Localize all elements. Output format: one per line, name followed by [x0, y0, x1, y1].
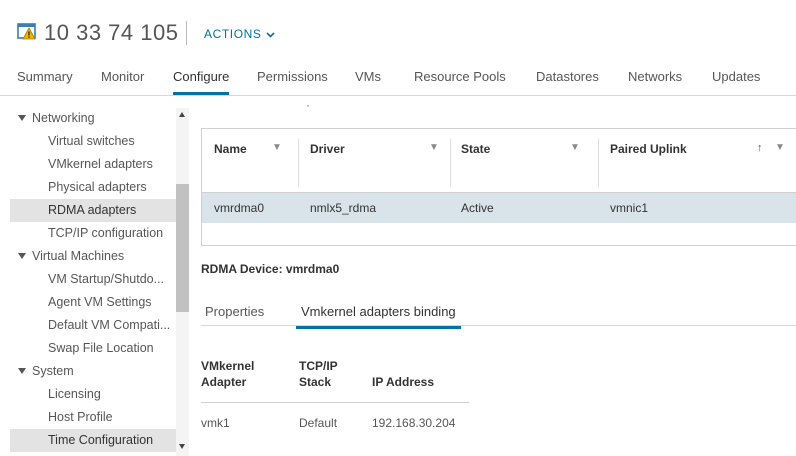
configure-sidebar: Networking Virtual switches VMkernel ada… — [0, 102, 190, 456]
detail-tabs: Properties Vmkernel adapters binding — [201, 296, 796, 329]
vmkernel-binding-table: VMkernel Adapter TCP/IP Stack IP Address… — [201, 356, 471, 436]
header-line: TCP/IP — [299, 359, 338, 373]
header-line: Stack — [299, 375, 332, 389]
caret-down-icon — [18, 367, 26, 374]
sidebar-group-system[interactable]: System — [10, 360, 176, 383]
separator-dot: · — [306, 98, 310, 112]
cell-adapter: vmk1 — [201, 416, 230, 430]
sidebar-item-vmkernel-adapters[interactable]: VMkernel adapters — [10, 153, 176, 176]
tab-vms[interactable]: VMs — [355, 69, 381, 84]
sidebar-item-tcpip-configuration[interactable]: TCP/IP configuration — [10, 222, 176, 245]
sidebar-item-time-configuration[interactable]: Time Configuration — [10, 429, 176, 452]
sidebar-item-physical-adapters[interactable]: Physical adapters — [10, 176, 176, 199]
column-separator[interactable] — [298, 139, 299, 187]
sidebar-item-host-profile[interactable]: Host Profile — [10, 406, 176, 429]
detail-title: RDMA Device: vmrdma0 — [201, 262, 340, 276]
tab-monitor[interactable]: Monitor — [101, 69, 144, 84]
filter-icon[interactable]: ▼ — [429, 142, 439, 153]
sidebar-group-virtual-machines[interactable]: Virtual Machines — [10, 245, 176, 268]
tab-configure[interactable]: Configure — [173, 69, 230, 95]
object-header: 10 33 74 105 ACTIONS — [0, 0, 796, 56]
caret-down-icon — [18, 114, 26, 121]
scroll-down-arrow-icon[interactable] — [179, 444, 185, 449]
header-divider — [186, 21, 187, 45]
header-line: VMkernel — [201, 359, 255, 373]
table-row[interactable]: vmrdma0 nmlx5_rdma Active vmnic1 — [202, 193, 796, 223]
chevron-down-icon — [265, 27, 275, 41]
sidebar-group-label: Virtual Machines — [32, 249, 125, 263]
tab-datastores[interactable]: Datastores — [536, 69, 599, 84]
column-header-name[interactable]: Name — [214, 142, 247, 156]
host-title: 10 33 74 105 — [44, 20, 179, 45]
actions-label: ACTIONS — [204, 27, 262, 41]
column-separator[interactable] — [450, 139, 451, 187]
scrollbar-thumb[interactable] — [176, 184, 189, 312]
tab-permissions[interactable]: Permissions — [257, 69, 328, 84]
tab-vmkernel-adapters-binding[interactable]: Vmkernel adapters binding — [296, 304, 461, 329]
filter-icon[interactable]: ▼ — [272, 142, 282, 153]
rdma-adapters-grid: Name ▼ Driver ▼ State ▼ Paired Uplink ↑ … — [201, 128, 796, 246]
header-line: Adapter — [201, 375, 247, 389]
cell-paired-uplink: vmnic1 — [610, 201, 649, 215]
sidebar-item-licensing[interactable]: Licensing — [10, 383, 176, 406]
sort-ascending-icon[interactable]: ↑ — [757, 142, 763, 154]
column-header-tcpip-stack[interactable]: TCP/IP Stack — [299, 358, 338, 390]
cell-driver: nmlx5_rdma — [310, 201, 377, 215]
host-warning-icon — [17, 22, 37, 40]
scroll-up-arrow-icon[interactable] — [179, 112, 185, 117]
cell-name: vmrdma0 — [214, 201, 265, 215]
column-separator[interactable] — [598, 139, 599, 187]
grid-header: Name ▼ Driver ▼ State ▼ Paired Uplink ↑ … — [202, 129, 796, 193]
sidebar-item-swap-file-location[interactable]: Swap File Location — [10, 337, 176, 360]
sidebar-item-default-vm-compatibility[interactable]: Default VM Compati... — [10, 314, 176, 337]
sidebar-item-agent-vm-settings[interactable]: Agent VM Settings — [10, 291, 176, 314]
sidebar-scrollbar[interactable] — [176, 108, 189, 456]
tab-properties[interactable]: Properties — [205, 304, 264, 319]
tab-summary[interactable]: Summary — [17, 69, 73, 84]
column-header-paired-uplink[interactable]: Paired Uplink — [610, 142, 687, 156]
column-header-vmkernel-adapter[interactable]: VMkernel Adapter — [201, 358, 254, 390]
tab-networks[interactable]: Networks — [628, 69, 682, 84]
table-header-divider — [201, 402, 469, 403]
column-header-state[interactable]: State — [461, 142, 490, 156]
sidebar-group-label: System — [32, 364, 74, 378]
filter-icon[interactable]: ▼ — [775, 142, 785, 153]
caret-down-icon — [18, 252, 26, 259]
sidebar-item-vm-startup-shutdown[interactable]: VM Startup/Shutdo... — [10, 268, 176, 291]
cell-state: Active — [461, 201, 494, 215]
sidebar-item-virtual-switches[interactable]: Virtual switches — [10, 130, 176, 153]
sidebar-group-label: Networking — [32, 111, 95, 125]
sidebar-item-rdma-adapters[interactable]: RDMA adapters — [10, 199, 176, 222]
object-tabs: Summary Monitor Configure Permissions VM… — [0, 60, 796, 96]
cell-ip-address: 192.168.30.204 — [372, 416, 456, 430]
cell-stack: Default — [299, 416, 338, 430]
actions-menu-button[interactable]: ACTIONS — [204, 27, 275, 41]
tab-updates[interactable]: Updates — [712, 69, 760, 84]
column-header-driver[interactable]: Driver — [310, 142, 345, 156]
filter-icon[interactable]: ▼ — [570, 142, 580, 153]
tab-resource-pools[interactable]: Resource Pools — [414, 69, 506, 84]
column-header-ip-address[interactable]: IP Address — [372, 374, 434, 390]
sidebar-group-networking[interactable]: Networking — [10, 107, 176, 130]
